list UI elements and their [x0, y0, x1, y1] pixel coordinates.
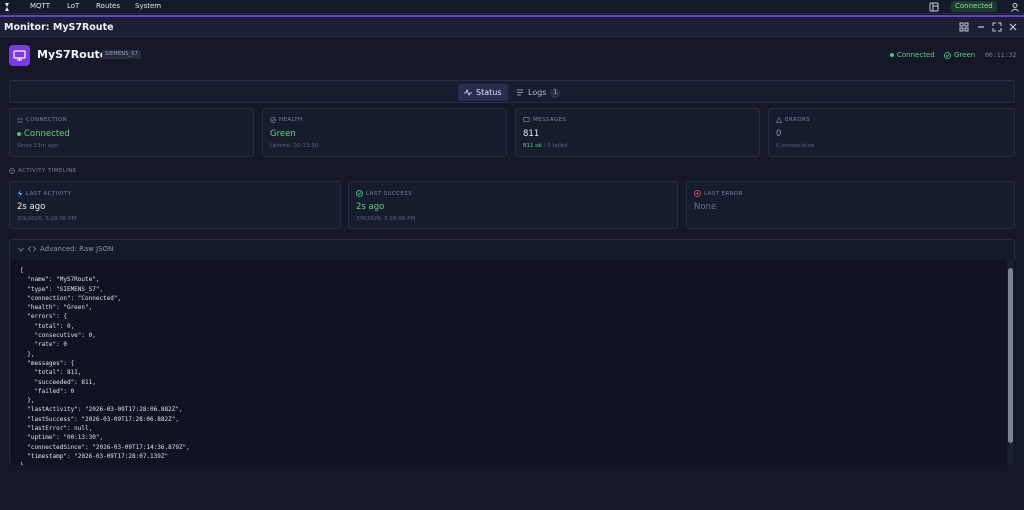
header-health-label: Green [954, 51, 976, 59]
scrollbar-thumb[interactable] [1008, 268, 1013, 443]
json-content: { "name": "MyS7Route", "type": "SIEMENS_… [20, 267, 190, 465]
json-scrollbar[interactable] [1007, 260, 1014, 465]
last-activity-label: LAST ACTIVITY [17, 190, 71, 197]
check-circle-icon [944, 51, 951, 59]
errors-card-label: ERRORS [776, 117, 810, 123]
last-error-card: LAST ERROR None [686, 181, 1015, 229]
last-error-label: LAST ERROR [694, 190, 743, 197]
tab-status-label: Status [476, 88, 502, 97]
advanced-json-panel: Advanced: Raw JSON { "name": "MyS7Route"… [9, 239, 1015, 465]
monitor-title: Monitor: MyS7Route [4, 22, 114, 33]
route-header: MyS7Route SIEMENS_S7 Connected Green 00:… [0, 38, 1024, 74]
clock-icon [9, 168, 15, 174]
nav-item-system[interactable]: System [135, 2, 161, 10]
last-error-value: None [694, 202, 717, 212]
messages-failed: / 0 failed [541, 143, 568, 149]
tab-bar: Status Logs 1 [9, 80, 1015, 103]
connection-sub: Since 13m ago [17, 143, 58, 149]
last-success-label-text: LAST SUCCESS [366, 190, 413, 197]
last-activity-sub: 3/9/2026, 5:28:06 PM [17, 216, 77, 222]
status-dot [890, 53, 894, 57]
lightning-icon [17, 190, 23, 197]
nav-item-lot[interactable]: LoT [67, 2, 79, 10]
window-icon[interactable] [929, 2, 939, 12]
logs-icon [517, 89, 523, 96]
chevron-down-icon [18, 247, 24, 252]
advanced-toggle[interactable]: Advanced: Raw JSON [18, 245, 113, 253]
route-icon [9, 45, 30, 66]
route-type-badge: SIEMENS_S7 [102, 50, 142, 59]
header-health-status: Green [944, 51, 975, 59]
errors-label-text: ERRORS [785, 117, 811, 123]
last-activity-label-text: LAST ACTIVITY [26, 190, 72, 197]
tab-status[interactable]: Status [458, 84, 508, 101]
errors-sub: 0 consecutive [776, 143, 815, 149]
nav-item-routes[interactable]: Routes [96, 2, 120, 10]
advanced-label: Advanced: Raw JSON [40, 245, 114, 253]
errors-card: ERRORS 0 0 consecutive [768, 108, 1015, 157]
connection-value: Connected [17, 129, 70, 139]
error-circle-icon [694, 190, 701, 197]
logo-icon[interactable] [4, 3, 10, 11]
health-card: HEALTH Green Uptime: 00:13:30 [262, 108, 507, 157]
header-connection-status: Connected [890, 51, 935, 59]
header-connection-label: Connected [897, 51, 935, 59]
health-icon [270, 117, 276, 123]
connection-dot [17, 132, 21, 136]
tab-logs[interactable]: Logs 1 [510, 84, 566, 101]
last-activity-card: LAST ACTIVITY 2s ago 3/9/2026, 5:28:06 P… [9, 181, 341, 229]
top-navigation: MQTT LoT Routes System Connected [0, 0, 1024, 14]
last-success-value: 2s ago [356, 202, 385, 212]
message-icon [523, 117, 530, 122]
monitor-icon [13, 50, 26, 61]
health-label-text: HEALTH [279, 117, 303, 123]
user-icon[interactable] [1010, 2, 1020, 12]
check-circle-icon [356, 190, 363, 197]
health-value: Green [270, 129, 296, 139]
code-icon [28, 246, 36, 252]
activity-icon [464, 89, 472, 96]
last-success-card: LAST SUCCESS 2s ago 3/9/2026, 5:28:06 PM [348, 181, 678, 229]
route-name: MyS7Route [37, 48, 108, 61]
tab-logs-label: Logs [528, 88, 547, 97]
connection-card-label: CONNECTION [17, 117, 67, 123]
last-error-label-text: LAST ERROR [704, 190, 743, 197]
connection-value-text: Connected [24, 129, 70, 139]
last-activity-value: 2s ago [17, 202, 46, 212]
nav-item-mqtt[interactable]: MQTT [30, 2, 50, 10]
json-viewer[interactable]: { "name": "MyS7Route", "type": "SIEMENS_… [11, 260, 1015, 465]
last-success-sub: 3/9/2026, 5:28:06 PM [356, 216, 416, 222]
health-sub: Uptime: 00:13:30 [270, 143, 319, 149]
maximize-icon[interactable] [992, 22, 1002, 32]
messages-card-label: MESSAGES [523, 117, 566, 123]
logs-count-badge: 1 [550, 87, 561, 98]
messages-value: 811 [523, 129, 540, 139]
close-icon[interactable] [1008, 22, 1018, 32]
activity-timeline-label: ACTIVITY TIMELINE [9, 168, 77, 174]
messages-label-text: MESSAGES [533, 117, 567, 123]
grid-icon[interactable] [959, 22, 969, 32]
last-success-label: LAST SUCCESS [356, 190, 412, 197]
connection-status-badge: Connected [951, 1, 997, 12]
connection-icon [17, 118, 23, 122]
messages-sub: 811 ok / 0 failed [523, 143, 568, 149]
connection-card: CONNECTION Connected Since 13m ago [9, 108, 254, 157]
messages-ok: 811 ok [523, 143, 542, 149]
warning-icon [776, 117, 782, 123]
timeline-label-text: ACTIVITY TIMELINE [18, 168, 77, 174]
uptime-clock: 00:11:32 [985, 51, 1017, 59]
connection-label-text: CONNECTION [26, 117, 68, 123]
messages-card: MESSAGES 811 811 ok / 0 failed [515, 108, 760, 157]
errors-value: 0 [776, 129, 782, 139]
health-card-label: HEALTH [270, 117, 303, 123]
minimize-icon[interactable] [976, 22, 986, 32]
monitor-titlebar: Monitor: MyS7Route [0, 17, 1024, 37]
